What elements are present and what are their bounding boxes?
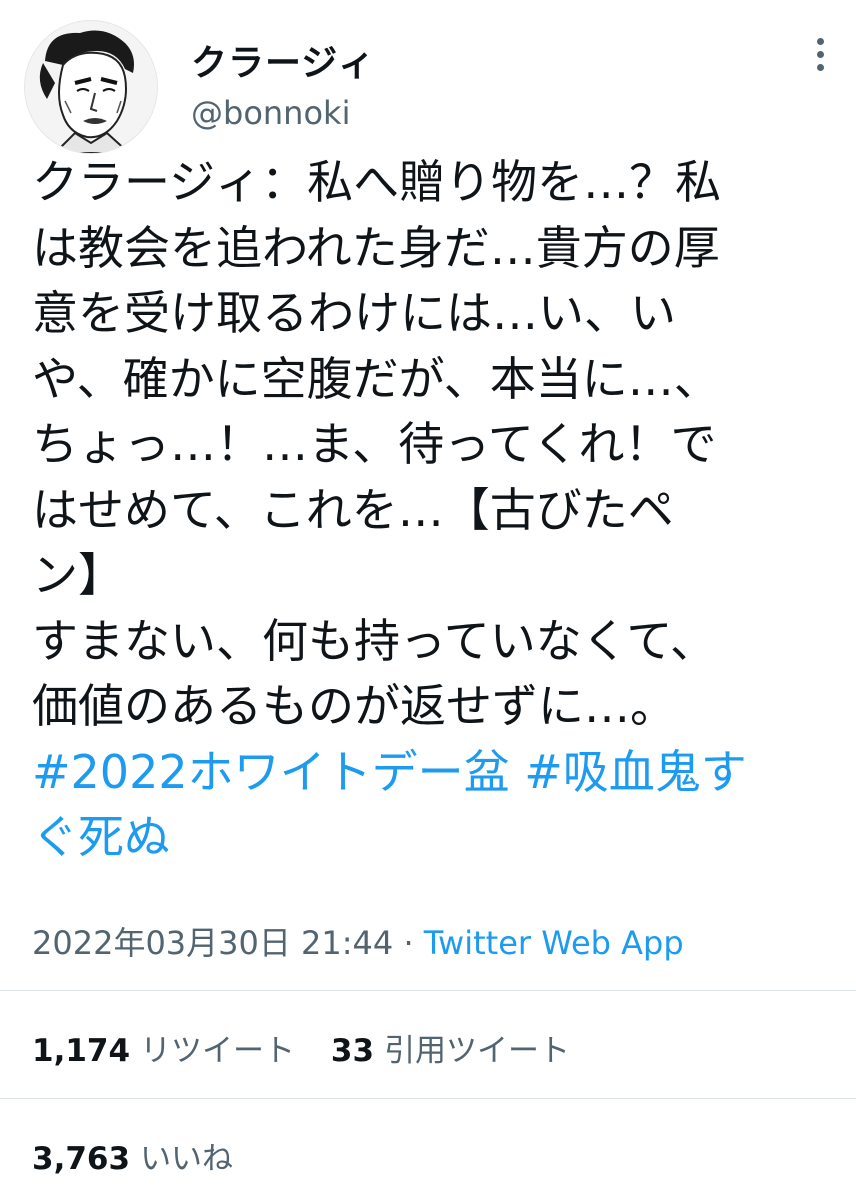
tweet-text-line: は教会を追われた身だ…貴方の厚 xyxy=(32,220,720,275)
source-link[interactable]: Twitter Web App xyxy=(424,924,684,962)
hashtag-vampire-link-continued[interactable]: ぐ死ぬ xyxy=(32,810,170,864)
tweet-text-line: 価値のあるものが返せずに…。 xyxy=(32,679,676,733)
likes-stat[interactable]: 3,763 いいね xyxy=(32,1141,233,1177)
retweets-count: 1,174 xyxy=(32,1033,131,1069)
tweet-detail: クラージィ @bonnoki クラージィ：私へ贈り物を…？私 は教会を追われた身… xyxy=(0,0,856,1200)
tweet-text-line: ン】 xyxy=(32,548,124,602)
quotes-label: 引用ツイート xyxy=(384,1033,571,1069)
hashtag-line: #2022ホワイトデー盆 #吸血鬼す xyxy=(32,740,832,806)
more-dot-icon xyxy=(816,51,824,58)
likes-count: 3,763 xyxy=(32,1141,131,1177)
engagement-row: 1,174 リツイート 33 引用ツイート xyxy=(32,1025,570,1070)
hashtag-white-day-link[interactable]: #2022ホワイトデー盆 xyxy=(32,745,510,799)
tweet-text-line: はせめて、これを…【古びたペ xyxy=(32,482,674,537)
more-dot-icon xyxy=(816,38,824,45)
tweet-text-line: 意を受け取るわけには…い、い xyxy=(32,286,676,340)
tweet-text-line: すまない、何も持っていなくて、 xyxy=(32,613,717,668)
tweet-meta: 2022年03月30日 21:44 · Twitter Web App xyxy=(32,918,684,964)
divider xyxy=(0,990,856,991)
hashtag-line: ぐ死ぬ xyxy=(32,805,832,871)
user-handle[interactable]: @bonnoki xyxy=(191,94,350,132)
tweet-text-line: や、確かに空腹だが、本当に…、 xyxy=(32,351,720,406)
meta-separator: · xyxy=(393,924,424,962)
more-options-button[interactable] xyxy=(808,38,832,82)
display-name[interactable]: クラージィ xyxy=(191,34,375,86)
likes-row: 3,763 いいね xyxy=(32,1133,233,1178)
retweets-stat[interactable]: 1,174 リツイート xyxy=(32,1033,305,1069)
tweet-text: クラージィ：私へ贈り物を…？私 は教会を追われた身だ…貴方の厚 意を受け取るわけ… xyxy=(32,150,832,871)
tweet-text-line: ちょっ…！…ま、待ってくれ！で xyxy=(32,417,717,471)
avatar-portrait-icon xyxy=(25,21,157,153)
divider xyxy=(0,1098,856,1099)
hashtag-vampire-link[interactable]: #吸血鬼す xyxy=(524,745,747,799)
avatar[interactable] xyxy=(24,20,158,154)
retweets-label: リツイート xyxy=(140,1033,296,1069)
tweet-text-line: クラージィ：私へ贈り物を…？私 xyxy=(32,155,722,209)
timestamp[interactable]: 2022年03月30日 21:44 xyxy=(32,924,393,962)
quotes-stat[interactable]: 33 引用ツイート xyxy=(331,1033,570,1069)
quotes-count: 33 xyxy=(330,1033,375,1069)
likes-label: いいね xyxy=(140,1141,234,1177)
more-dot-icon xyxy=(816,64,824,71)
